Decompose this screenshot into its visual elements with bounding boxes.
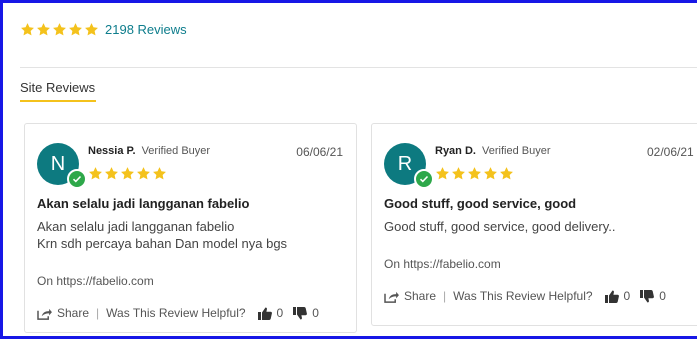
thumbs-down-icon[interactable] — [640, 289, 655, 303]
separator: | — [443, 289, 447, 303]
star-icon — [452, 167, 465, 180]
verified-buyer-label: Verified Buyer — [141, 145, 211, 157]
review-card: R Ryan D. Verified Buyer 02/06/21 Good s… — [371, 123, 697, 326]
helpful-down-count: 0 — [312, 306, 319, 320]
thumbs-up-icon[interactable] — [257, 307, 272, 320]
star-icon — [21, 23, 34, 36]
avatar-initial: N — [50, 152, 66, 175]
star-icon — [436, 167, 449, 180]
review-body: Akan selalu jadi langganan fabelio Krn s… — [37, 218, 287, 252]
review-body: Good stuff, good service, good delivery.… — [384, 218, 616, 235]
review-card: N Nessia P. Verified Buyer 06/06/21 Akan… — [24, 123, 357, 333]
star-icon — [121, 167, 134, 180]
share-button[interactable]: Share — [404, 289, 436, 303]
star-icon — [153, 167, 166, 180]
rating-summary[interactable]: 2198 Reviews — [20, 22, 187, 37]
helpful-up-count: 0 — [623, 289, 631, 303]
review-date: 06/06/21 — [296, 145, 343, 159]
review-body-line: Akan selalu jadi langganan fabelio — [37, 219, 235, 234]
star-icon — [85, 23, 98, 36]
star-icon — [105, 167, 118, 180]
review-date: 02/06/21 — [647, 145, 694, 159]
helpful-label: Was This Review Helpful? — [453, 289, 593, 303]
review-stars — [88, 166, 167, 181]
star-icon — [69, 23, 82, 36]
star-icon — [53, 23, 66, 36]
share-button[interactable]: Share — [57, 306, 89, 320]
review-source: On https://fabelio.com — [37, 274, 154, 288]
star-icon — [89, 167, 102, 180]
review-actions: Share | Was This Review Helpful? 0 0 — [384, 289, 666, 303]
reviews-count-link[interactable]: 2198 Reviews — [105, 22, 187, 37]
review-body-line: Krn sdh percaya bahan Dan model nya bgs — [37, 236, 288, 251]
thumbs-down-icon[interactable] — [293, 306, 308, 320]
avatar-initial: R — [397, 152, 413, 175]
verified-check-icon — [67, 169, 87, 189]
review-actions: Share | Was This Review Helpful? 0 0 — [37, 306, 319, 320]
review-body-line: Good stuff, good service, good delivery.… — [384, 219, 616, 234]
reviewer-name: Nessia P. — [88, 145, 136, 157]
verified-buyer-label: Verified Buyer — [482, 145, 551, 157]
review-stars — [435, 166, 514, 181]
helpful-up-count: 0 — [276, 306, 284, 320]
tab-site-reviews[interactable]: Site Reviews — [20, 80, 95, 95]
divider — [20, 67, 697, 68]
separator: | — [96, 306, 100, 320]
reviewer-name: Ryan D. — [435, 145, 476, 157]
helpful-down-count: 0 — [659, 289, 666, 303]
thumbs-up-icon[interactable] — [604, 290, 619, 303]
active-tab-underline — [20, 100, 96, 102]
reviewer-line: Ryan D. Verified Buyer — [435, 145, 551, 157]
review-title: Akan selalu jadi langganan fabelio — [37, 196, 250, 211]
star-icon — [137, 167, 150, 180]
share-icon[interactable] — [37, 307, 52, 320]
reviewer-line: Nessia P. Verified Buyer — [88, 145, 210, 157]
review-title: Good stuff, good service, good — [384, 196, 577, 211]
helpful-label: Was This Review Helpful? — [106, 306, 246, 320]
star-icon — [484, 167, 497, 180]
review-source: On https://fabelio.com — [384, 257, 501, 271]
summary-stars — [20, 22, 99, 37]
verified-check-icon — [414, 169, 434, 189]
share-icon[interactable] — [384, 290, 399, 303]
star-icon — [468, 167, 481, 180]
star-icon — [500, 167, 513, 180]
star-icon — [37, 23, 50, 36]
